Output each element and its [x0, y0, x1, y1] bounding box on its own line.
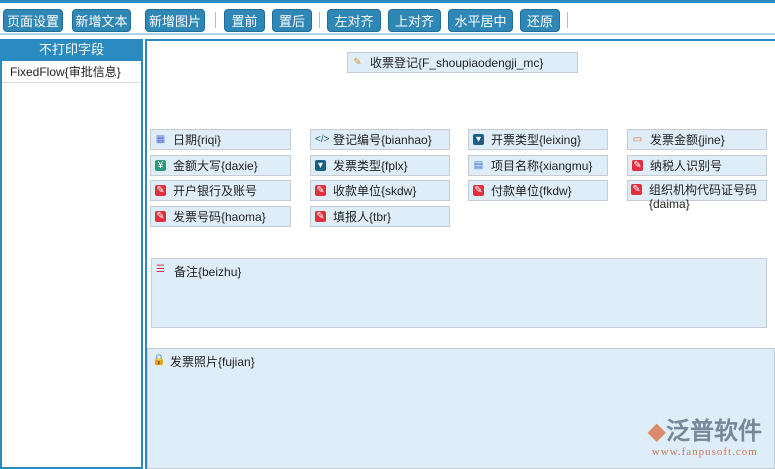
- page-settings-button[interactable]: 页面设置: [3, 9, 63, 32]
- edit-icon: ✎: [632, 160, 643, 171]
- field-label: 付款单位{fkdw}: [491, 184, 572, 198]
- field-label: 项目名称{xiangmu}: [491, 159, 593, 173]
- number-icon: ▭: [632, 134, 643, 145]
- align-left-button[interactable]: 左对齐: [327, 9, 381, 32]
- field-item[interactable]: ✎ 填报人{tbr}: [310, 206, 450, 227]
- dropdown-icon: ▾: [315, 160, 326, 171]
- field-label: 收款单位{skdw}: [333, 184, 417, 198]
- field-item[interactable]: ✎ 组织机构代码证号码{daima}: [627, 180, 767, 211]
- edit-icon: ✎: [155, 185, 166, 196]
- brand-url: www.fanpusoft.com: [651, 446, 758, 458]
- field-item[interactable]: </> 登记编号{bianhao}: [310, 129, 450, 150]
- edit-icon: ✎: [473, 185, 484, 196]
- field-item[interactable]: ▾ 发票类型{fplx}: [310, 155, 450, 176]
- field-item[interactable]: ✎ 开户银行及账号{zhanghao}: [150, 180, 291, 201]
- separator: [319, 12, 320, 28]
- watermark-logo: ◆泛普软件 www.fanpusoft.com: [648, 411, 762, 458]
- bring-front-button[interactable]: 置前: [224, 9, 265, 32]
- restore-button[interactable]: 还原: [520, 9, 560, 32]
- list-item[interactable]: FixedFlow{审批信息}: [2, 61, 141, 83]
- field-item[interactable]: ✎ 收款单位{skdw}: [310, 180, 450, 201]
- field-label: 登记编号{bianhao}: [333, 133, 432, 147]
- edit-icon: ✎: [315, 211, 326, 222]
- add-image-button[interactable]: 新增图片: [145, 9, 205, 32]
- separator: [567, 12, 568, 28]
- field-label: 发票照片{fujian}: [170, 355, 255, 369]
- yuan-icon: ¥: [155, 160, 166, 171]
- field-item[interactable]: ✎ 发票号码{haoma}: [150, 206, 291, 227]
- field-item[interactable]: ✎ 付款单位{fkdw}: [468, 180, 608, 201]
- field-item[interactable]: ▾ 开票类型{leixing}: [468, 129, 608, 150]
- panel-title: 不打印字段: [2, 39, 141, 61]
- notes-field[interactable]: ☰ 备注{beizhu}: [151, 258, 767, 328]
- add-text-button[interactable]: 新增文本: [72, 9, 131, 32]
- edit-icon: ✎: [631, 184, 642, 195]
- field-label: 开户银行及账号{zhanghao}: [173, 184, 258, 200]
- brand-text: 泛普软件: [666, 418, 762, 445]
- field-label: 备注{beizhu}: [174, 265, 242, 279]
- calendar-icon: ▦: [155, 134, 166, 145]
- field-label: 发票类型{fplx}: [333, 159, 408, 173]
- center-horizontal-button[interactable]: 水平居中: [448, 9, 513, 32]
- field-item[interactable]: ▭ 发票金额{jine}: [627, 129, 767, 150]
- field-label: 发票金额{jine}: [650, 133, 725, 147]
- dropdown-icon: ▾: [473, 134, 484, 145]
- field-label: 填报人{tbr}: [333, 210, 392, 224]
- field-item[interactable]: ▦ 日期{riqi}: [150, 129, 291, 150]
- edit-icon: ✎: [315, 185, 326, 196]
- attachment-icon: 🔒: [152, 354, 166, 366]
- non-print-fields-panel: 不打印字段 FixedFlow{审批信息}: [0, 39, 143, 469]
- field-label: 日期{riqi}: [173, 133, 222, 147]
- field-label: 收票登记{F_shoupiaodengji_mc}: [370, 56, 544, 70]
- field-label: 纳税人识别号{shibiehao}: [650, 159, 723, 175]
- attachment-field[interactable]: 🔒 发票照片{fujian} ◆泛普软件 www.fanpusoft.com: [147, 348, 775, 469]
- field-item[interactable]: ✎ 纳税人识别号{shibiehao}: [627, 155, 767, 176]
- lookup-icon: ▤: [473, 160, 484, 171]
- pencil-icon: ✎: [353, 57, 362, 68]
- toolbar: 页面设置 新增文本 新增图片 置前 置后 左对齐 上对齐 水平居中 还原: [0, 3, 775, 35]
- field-label: 金额大写{daxie}: [173, 159, 258, 173]
- align-top-button[interactable]: 上对齐: [388, 9, 441, 32]
- field-item[interactable]: ▤ 项目名称{xiangmu}: [468, 155, 608, 176]
- field-label: 开票类型{leixing}: [491, 133, 582, 147]
- textarea-icon: ☰: [156, 264, 165, 275]
- separator: [215, 12, 216, 28]
- send-back-button[interactable]: 置后: [272, 9, 312, 32]
- edit-icon: ✎: [155, 211, 166, 222]
- field-item[interactable]: ¥ 金额大写{daxie}: [150, 155, 291, 176]
- field-label: 发票号码{haoma}: [173, 210, 266, 224]
- code-icon: </>: [315, 134, 330, 145]
- title-field[interactable]: ✎ 收票登记{F_shoupiaodengji_mc}: [347, 52, 578, 73]
- logo-mark-icon: ◆: [647, 418, 666, 445]
